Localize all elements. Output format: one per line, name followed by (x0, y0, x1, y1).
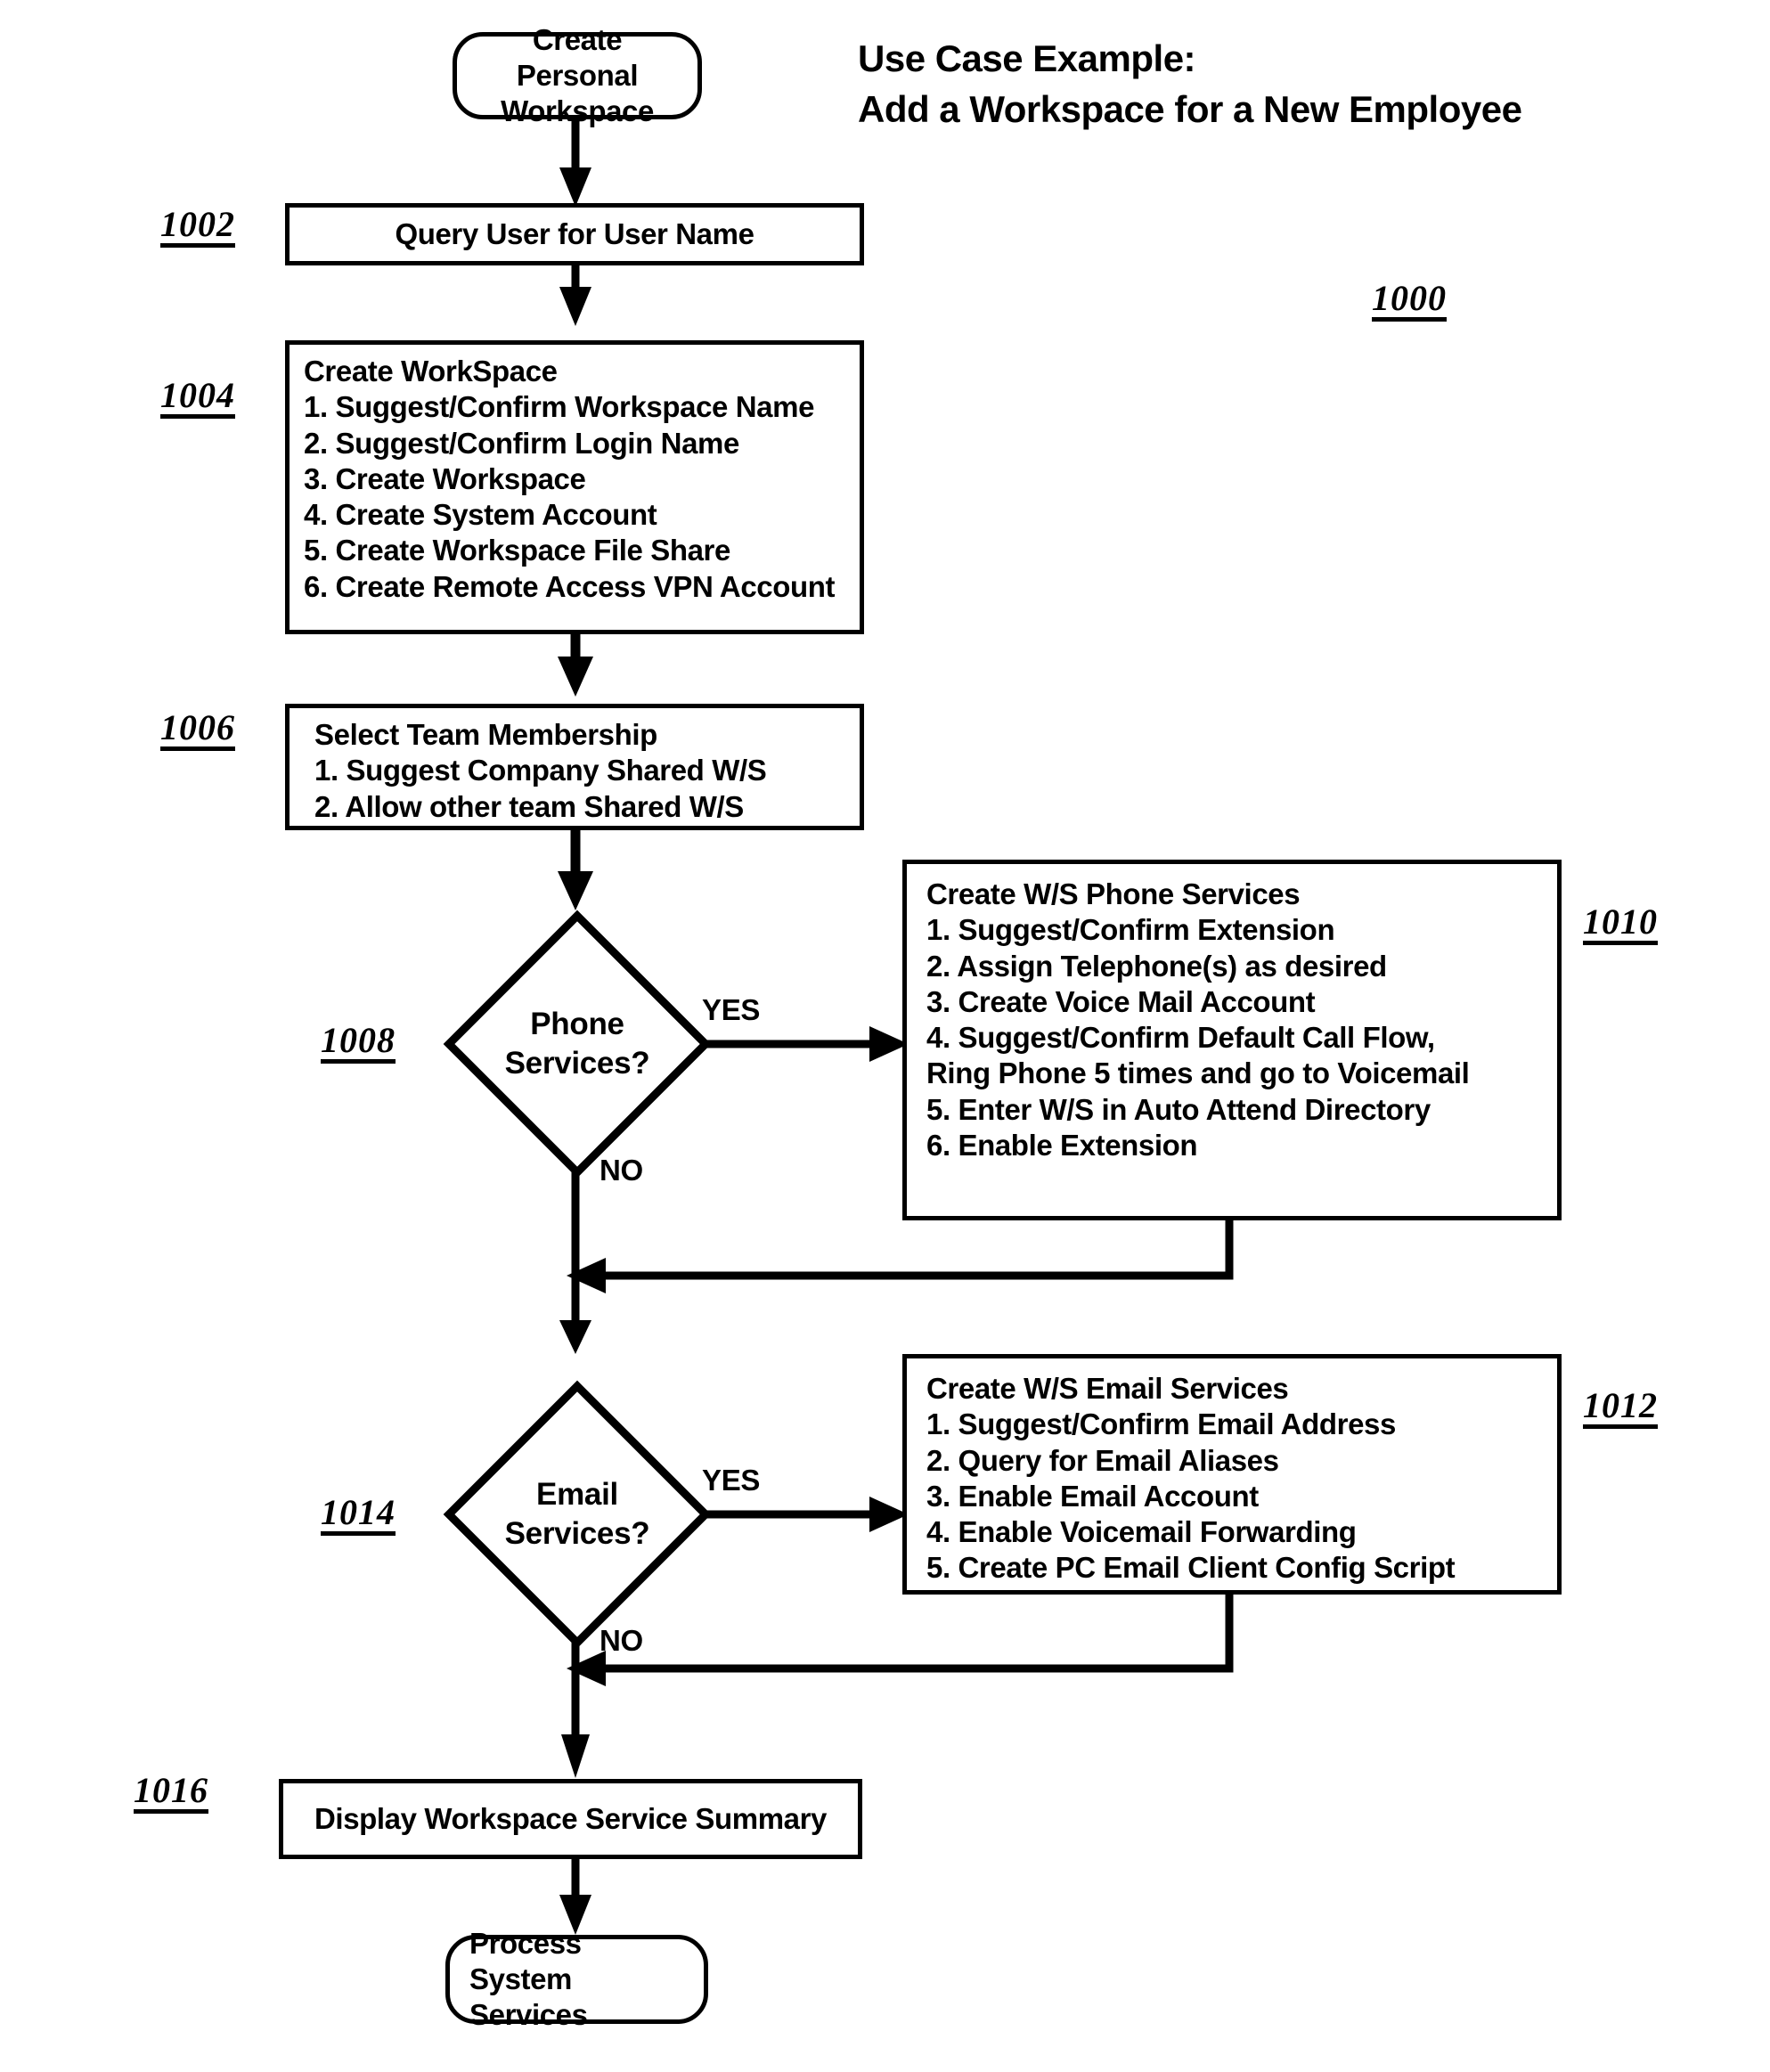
node-phone-services-title: Create W/S Phone Services (926, 877, 1301, 910)
edge-label-phone-no: NO (600, 1154, 643, 1187)
list-item: 4. Enable Voicemail Forwarding (926, 1515, 1357, 1548)
reference-1002: 1002 (160, 207, 235, 248)
node-create-workspace-steps: 1. Suggest/Confirm Workspace Name 2. Sug… (304, 389, 845, 605)
node-create-workspace: Create WorkSpace 1. Suggest/Confirm Work… (285, 340, 864, 634)
list-item: 1. Suggest/Confirm Email Address (926, 1407, 1396, 1441)
node-select-team-title: Select Team Membership (314, 718, 657, 751)
node-phone-services-decision: Phone Services? (443, 910, 712, 1179)
list-item: 5. Enter W/S in Auto Attend Directory (926, 1092, 1431, 1126)
node-create-ws-phone-services: Create W/S Phone Services 1. Suggest/Con… (902, 860, 1562, 1220)
list-item: 2. Query for Email Aliases (926, 1443, 1279, 1477)
node-phone-services-steps: 1. Suggest/Confirm Extension 2. Assign T… (926, 912, 1543, 1163)
edge-label-email-no: NO (600, 1624, 643, 1657)
reference-1016: 1016 (134, 1773, 208, 1814)
node-start-label: Create Personal Workspace (501, 22, 654, 128)
list-item: 5. Create PC Email Client Config Script (926, 1551, 1456, 1585)
node-start-create-personal-workspace: Create Personal Workspace (453, 23, 702, 127)
reference-1004: 1004 (160, 378, 235, 419)
list-item: 3. Enable Email Account (926, 1479, 1259, 1513)
list-item: 2. Assign Telephone(s) as desired (926, 949, 1387, 983)
node-display-workspace-service-summary: Display Workspace Service Summary (279, 1779, 862, 1859)
node-end-process-system-services: Process System Services (445, 1927, 708, 2031)
reference-1008: 1008 (321, 1023, 396, 1064)
node-query-user-for-user-name: Query User for User Name (285, 203, 864, 265)
node-select-team-membership: Select Team Membership 1. Suggest Compan… (285, 704, 864, 830)
list-item: 2. Suggest/Confirm Login Name (304, 426, 739, 460)
list-item: Ring Phone 5 times and go to Voicemail (926, 1056, 1470, 1090)
list-item: 2. Allow other team Shared W/S (314, 789, 744, 823)
list-item: 5. Create Workspace File Share (304, 534, 730, 567)
list-item: 1. Suggest/Confirm Workspace Name (304, 390, 815, 424)
figure-reference-1000: 1000 (1372, 281, 1447, 322)
list-item: 4. Create System Account (304, 498, 657, 531)
node-summary-label: Display Workspace Service Summary (314, 1801, 827, 1835)
diagram-headline: Use Case Example: Add a Workspace for a … (858, 37, 1522, 130)
node-email-services-title: Create W/S Email Services (926, 1372, 1289, 1405)
node-email-services-label: Email Services? (504, 1477, 650, 1551)
node-email-services-steps: 1. Suggest/Confirm Email Address 2. Quer… (926, 1407, 1543, 1586)
list-item: 4. Suggest/Confirm Default Call Flow, (926, 1021, 1435, 1054)
list-item: 1. Suggest/Confirm Extension (926, 913, 1335, 947)
list-item: 6. Create Remote Access VPN Account (304, 569, 836, 603)
list-item: 3. Create Voice Mail Account (926, 984, 1316, 1018)
list-item: 1. Suggest Company Shared W/S (314, 754, 767, 787)
list-item: 6. Enable Extension (926, 1128, 1198, 1162)
node-select-team-steps: 1. Suggest Company Shared W/S 2. Allow o… (314, 753, 845, 825)
node-phone-services-label: Phone Services? (504, 1007, 650, 1081)
node-query-user-label: Query User for User Name (395, 216, 754, 250)
reference-1006: 1006 (160, 710, 235, 751)
flowchart-canvas: Use Case Example: Add a Workspace for a … (0, 0, 1770, 2072)
node-create-workspace-title: Create WorkSpace (304, 355, 558, 387)
reference-1014: 1014 (321, 1495, 396, 1536)
node-create-ws-email-services: Create W/S Email Services 1. Suggest/Con… (902, 1354, 1562, 1595)
reference-1012: 1012 (1583, 1388, 1658, 1429)
reference-1010: 1010 (1583, 904, 1658, 945)
node-end-label: Process System Services (469, 1926, 588, 2032)
edge-label-email-yes: YES (702, 1464, 761, 1497)
node-email-services-decision: Email Services? (443, 1380, 712, 1649)
list-item: 3. Create Workspace (304, 461, 586, 495)
edge-label-phone-yes: YES (702, 993, 761, 1026)
